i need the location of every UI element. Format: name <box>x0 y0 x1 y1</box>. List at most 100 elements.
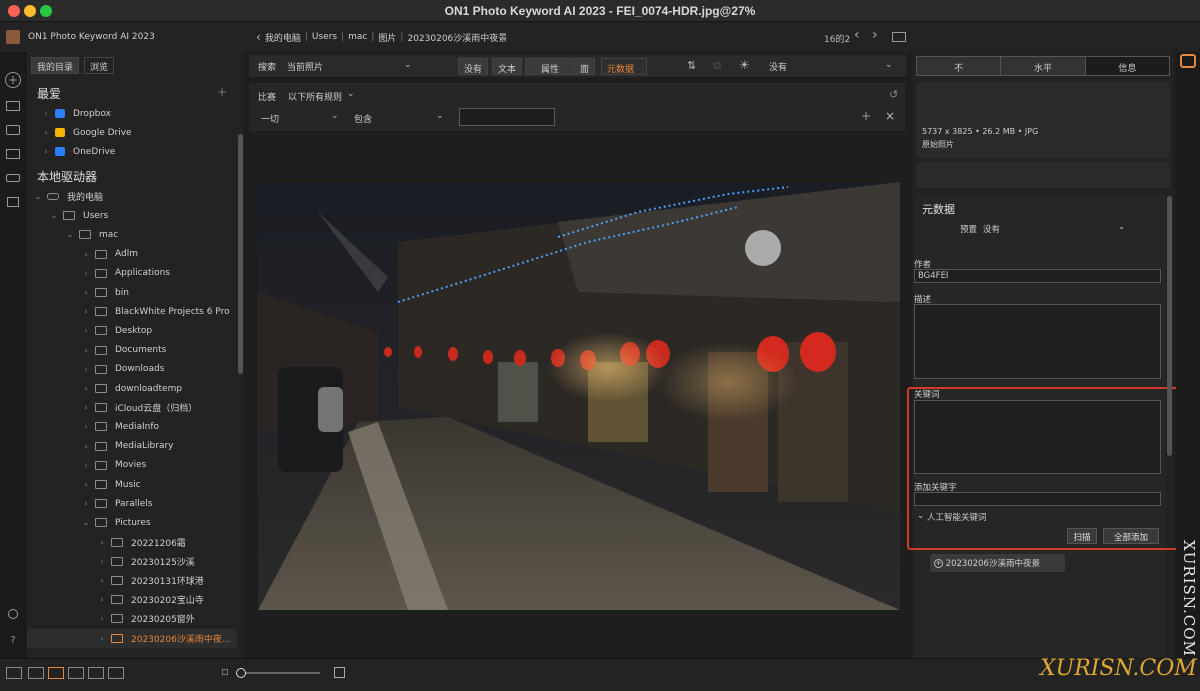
search-scope-dropdown[interactable]: 当前照片 <box>287 60 323 73</box>
favorite-item[interactable]: › Google Drive <box>27 123 237 142</box>
tree-item[interactable]: › MediaInfo <box>27 417 237 436</box>
chevron-right-icon[interactable]: › <box>81 326 91 335</box>
chevron-right-icon[interactable]: › <box>81 461 91 470</box>
tree-item[interactable]: › 20230125沙溪 <box>27 552 237 571</box>
chevron-right-icon[interactable]: › <box>81 499 91 508</box>
large-thumb-icon[interactable] <box>334 667 345 678</box>
description-field[interactable] <box>914 304 1161 379</box>
breadcrumb-item[interactable]: 我的电脑 <box>265 31 301 44</box>
chevron-down-icon[interactable]: ⌄ <box>81 518 91 527</box>
breadcrumb-item[interactable]: 图片 <box>378 31 396 44</box>
tab-browse[interactable]: 浏览 <box>84 57 115 74</box>
chevron-down-icon[interactable]: ⌄ <box>33 192 43 201</box>
keyword-ai-module-icon[interactable] <box>1180 54 1196 68</box>
tree-item[interactable]: ⌄ Users <box>27 206 237 225</box>
previous-image-icon[interactable]: ‹ <box>854 27 860 43</box>
segment-text[interactable]: 文本 <box>492 58 523 75</box>
chevron-right-icon[interactable]: › <box>81 384 91 393</box>
lightbulb-icon[interactable]: ☀ <box>739 58 750 72</box>
tree-item[interactable]: ⌄ 我的电脑 <box>27 187 237 206</box>
segment-faces[interactable]: 面 <box>574 58 596 75</box>
chevron-right-icon[interactable]: › <box>41 147 51 156</box>
tree-item-selected[interactable]: › 20230206沙溪雨中夜... <box>27 628 237 648</box>
tab-info[interactable]: 信息 <box>1085 57 1169 75</box>
chevron-right-icon[interactable]: › <box>81 269 91 278</box>
chevron-down-icon[interactable]: ⌄ <box>49 211 59 220</box>
segment-attributes[interactable]: 属性 <box>525 58 575 75</box>
compare-view-icon[interactable] <box>88 667 104 679</box>
segment-none[interactable]: 没有 <box>458 58 489 75</box>
breadcrumb-item[interactable]: 20230206沙溪雨中夜景 <box>407 31 507 44</box>
field-select[interactable]: 一切 <box>261 112 279 125</box>
grid-view-icon[interactable] <box>28 667 44 679</box>
close-icon[interactable]: × <box>885 109 895 123</box>
chevron-down-icon[interactable]: ⌄ <box>404 60 412 70</box>
map-view-icon[interactable] <box>108 667 124 679</box>
tree-item[interactable]: › iCloud云盘（归档） <box>27 398 237 417</box>
help-icon[interactable]: ? <box>4 632 22 648</box>
reset-icon[interactable]: ↺ <box>889 88 898 101</box>
slider-knob[interactable] <box>236 668 246 678</box>
chevron-right-icon[interactable]: › <box>81 442 91 451</box>
chevron-down-icon[interactable]: ⌄ <box>331 111 339 121</box>
browser-scrollbar[interactable] <box>238 134 243 374</box>
author-field[interactable]: BG4FEI <box>914 269 1161 283</box>
chevron-down-icon[interactable]: ⌄ <box>1118 222 1125 232</box>
segment-metadata[interactable]: 元数据 <box>601 58 647 75</box>
tree-item[interactable]: › MediaLibrary <box>27 437 237 456</box>
detail-view-icon[interactable] <box>48 667 64 679</box>
chevron-down-icon[interactable]: ⌄ <box>885 60 893 70</box>
next-image-icon[interactable]: › <box>872 27 878 43</box>
folder-icon[interactable] <box>4 146 22 162</box>
chevron-down-icon[interactable]: ⌄ <box>65 230 75 239</box>
chevron-right-icon[interactable]: › <box>97 557 107 566</box>
add-rule-icon[interactable]: + <box>861 109 871 123</box>
chevron-right-icon[interactable]: › <box>97 614 107 623</box>
sort-icon[interactable]: ⇅ <box>687 59 696 72</box>
preset-dropdown[interactable]: 没有 <box>983 223 1000 235</box>
tree-item[interactable]: › 20221206霜 <box>27 533 237 552</box>
tree-item[interactable]: › Movies <box>27 456 237 475</box>
tree-item[interactable]: › Adlm <box>27 245 237 264</box>
stack-icon[interactable]: ⧉ <box>713 59 721 73</box>
tree-item[interactable]: › bin <box>27 283 237 302</box>
back-icon[interactable]: ‹ <box>256 30 261 44</box>
chevron-right-icon[interactable]: › <box>41 128 51 137</box>
tree-item[interactable]: › Applications <box>27 264 237 283</box>
add-icon[interactable]: + <box>5 72 21 88</box>
tree-item[interactable]: › Music <box>27 475 237 494</box>
info-panel-scrollbar[interactable] <box>1167 196 1172 456</box>
chevron-down-icon[interactable]: ⌄ <box>436 111 444 121</box>
tree-item[interactable]: › BlackWhite Projects 6 Pro <box>27 302 237 321</box>
add-favorite-icon[interactable]: + <box>217 85 227 99</box>
thumbnail-size-slider[interactable] <box>240 672 320 674</box>
chevron-right-icon[interactable]: › <box>81 288 91 297</box>
chevron-right-icon[interactable]: › <box>81 307 91 316</box>
tab-my-catalog[interactable]: 我的目录 <box>31 57 80 74</box>
tab-horizontal[interactable]: 水平 <box>1001 57 1086 75</box>
favorite-item[interactable]: › OneDrive <box>27 142 237 161</box>
operator-select[interactable]: 包含 <box>354 112 372 125</box>
panel-toggle-icon[interactable] <box>6 667 22 679</box>
folder-add-icon[interactable] <box>892 32 906 42</box>
tree-item[interactable]: › 20230202宝山寺 <box>27 590 237 609</box>
tree-item[interactable]: › 20230131环球港 <box>27 571 237 590</box>
breadcrumb-item[interactable]: mac <box>348 32 367 42</box>
monitor-icon[interactable] <box>4 98 22 114</box>
tree-item[interactable]: ⌄ mac <box>27 225 237 244</box>
rule-value-input[interactable] <box>459 108 555 126</box>
chevron-right-icon[interactable]: › <box>97 634 107 643</box>
chevron-right-icon[interactable]: › <box>81 250 91 259</box>
chevron-right-icon[interactable]: › <box>97 576 107 585</box>
drive-icon[interactable] <box>4 170 22 186</box>
albums-icon[interactable] <box>4 194 22 210</box>
add-circle-icon[interactable]: + <box>934 559 943 568</box>
small-thumb-icon[interactable] <box>222 669 228 675</box>
chevron-right-icon[interactable]: › <box>81 365 91 374</box>
tree-item[interactable]: › downloadtemp <box>27 379 237 398</box>
tab-none[interactable]: 不 <box>917 57 1002 75</box>
user-icon[interactable] <box>4 606 22 622</box>
tree-item[interactable]: › Parallels <box>27 494 237 513</box>
tree-item[interactable]: › 20230205窗外 <box>27 609 237 628</box>
chevron-right-icon[interactable]: › <box>97 538 107 547</box>
